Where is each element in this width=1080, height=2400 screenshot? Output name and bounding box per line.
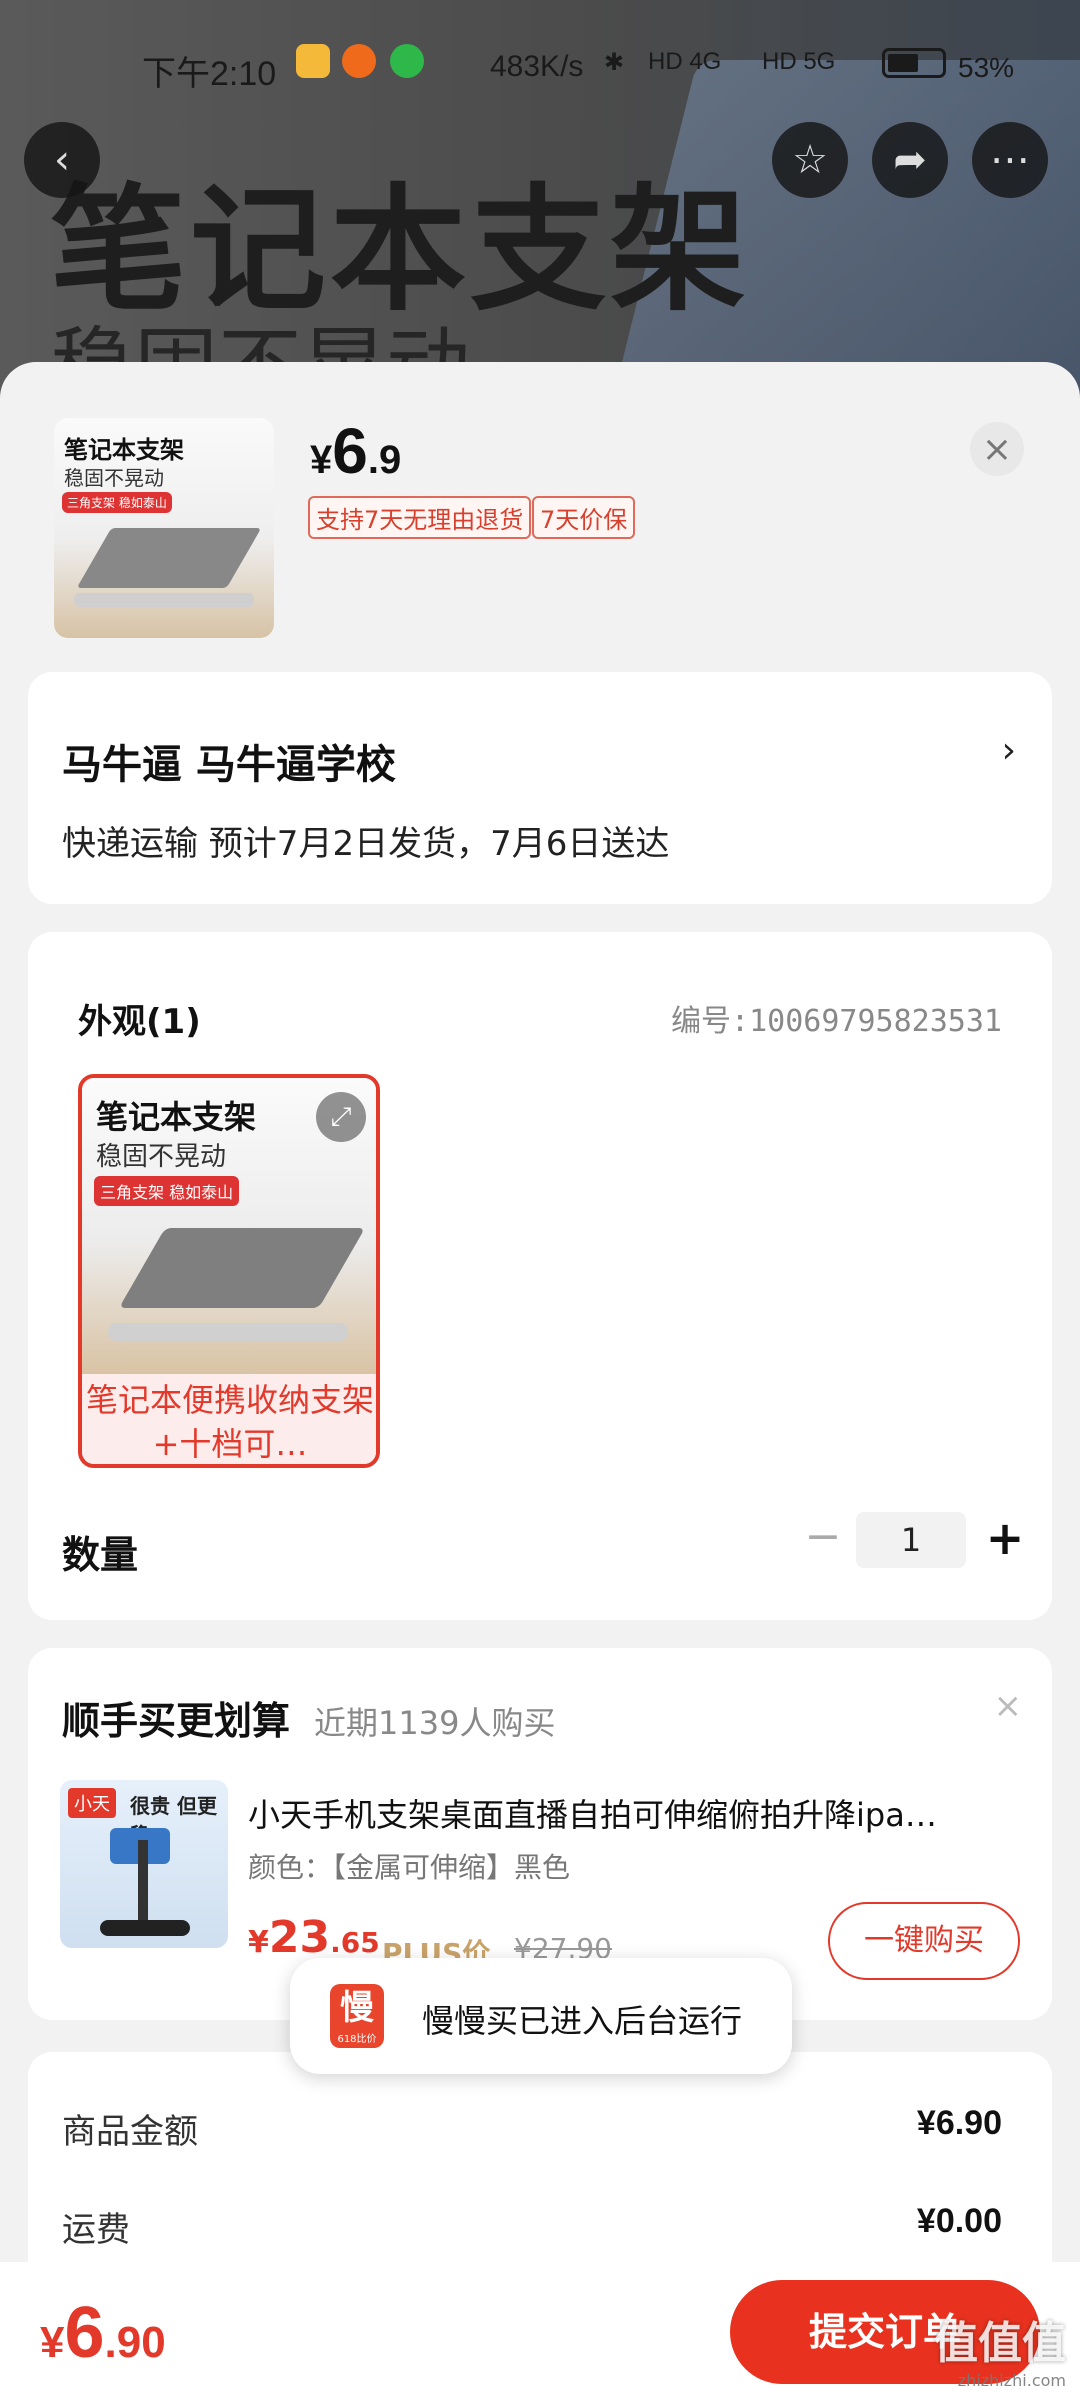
product-price: ¥6.9 xyxy=(310,414,401,488)
order-sheet: 笔记本支架 稳固不晃动 三角支架 稳如泰山 ¥6.9 支持7天无理由退货 7天价… xyxy=(0,362,1080,2400)
shipping-fee-value: ¥0.00 xyxy=(916,2202,1002,2240)
recommend-product-name[interactable]: 小天手机支架桌面直播自拍可伸缩俯拍升降ipa… xyxy=(248,1790,1018,1836)
price-protect-tag: 7天价保 xyxy=(532,496,636,539)
back-icon[interactable]: ‹ xyxy=(24,122,100,198)
sku-id: 编号:10069795823531 xyxy=(671,1004,1002,1039)
logo-text: 慢 xyxy=(340,1988,374,2028)
product-thumbnail[interactable]: 笔记本支架 稳固不晃动 三角支架 稳如泰山 xyxy=(54,418,274,638)
one-click-buy-button[interactable]: 一键购买 xyxy=(828,1902,1020,1980)
address-card[interactable]: 马牛逼 马牛逼学校 快递运输 预计7月2日发货，7月6日送达 › xyxy=(28,672,1052,904)
recommend-subtitle: 近期1139人购买 xyxy=(314,1704,556,1742)
status-time: 下午2:10 xyxy=(142,55,277,93)
signal-icon: HD 4G xyxy=(648,48,722,75)
battery-icon xyxy=(882,48,946,78)
variant-option-selected[interactable]: 笔记本支架 稳固不晃动 三角支架 稳如泰山 ⤢ 笔记本便携收纳支架+十档可… xyxy=(78,1074,380,1468)
stand-image xyxy=(74,593,254,607)
goods-amount-label: 商品金额 xyxy=(62,2112,198,2152)
variant-caption: 笔记本便携收纳支架+十档可… xyxy=(82,1374,376,1464)
manmanmai-logo-icon: 慢 618比价 xyxy=(330,1984,384,2048)
shipping-fee-label: 运费 xyxy=(62,2210,130,2250)
return-policy-tag: 支持7天无理由退货 xyxy=(308,496,532,539)
price-integer: 6 xyxy=(332,415,368,487)
recommend-price: ¥23.65 xyxy=(248,1912,380,1963)
variant-card: 外观(1) 编号:10069795823531 笔记本支架 稳固不晃动 三角支架… xyxy=(28,932,1052,1620)
background-run-toast: 慢 618比价 慢慢买已进入后台运行 xyxy=(290,1958,792,2074)
quantity-label: 数量 xyxy=(62,1533,139,1577)
expand-icon[interactable]: ⤢ xyxy=(316,1092,366,1142)
stand-image xyxy=(108,1323,348,1341)
signal-icon: HD 5G xyxy=(762,48,836,75)
quantity-minus-button[interactable]: − xyxy=(798,1512,848,1562)
appearance-title: 外观(1) xyxy=(78,1002,201,1042)
watermark: 值值值 zhizhizhi.com xyxy=(934,2307,1066,2390)
battery-percent: 53% xyxy=(958,52,1015,83)
chevron-right-icon: › xyxy=(1001,730,1016,771)
laptop-image xyxy=(76,528,262,588)
logo-subtext: 618比价 xyxy=(337,2034,377,2045)
recommend-product-image[interactable]: 小天 很贵 但更稳 xyxy=(60,1780,228,1948)
recipient-name: 马牛逼 马牛逼学校 xyxy=(62,742,396,788)
toast-text: 慢慢买已进入后台运行 xyxy=(422,2002,743,2040)
close-icon[interactable]: × xyxy=(994,1686,1023,1726)
close-icon[interactable]: × xyxy=(970,422,1024,476)
recommend-title: 顺手买更划算 xyxy=(62,1699,291,1743)
notification-app-icon xyxy=(296,44,330,78)
status-bar: 下午2:10 483K/s ✱ HD 4G HD 5G 53% xyxy=(0,0,1080,93)
thumbnail-tag: 三角支架 稳如泰山 xyxy=(62,492,172,513)
thumbnail-subtitle: 稳固不晃动 xyxy=(64,466,164,490)
laptop-image xyxy=(118,1228,366,1308)
price-decimal: .90 xyxy=(104,2318,166,2367)
variant-image-title: 笔记本支架 xyxy=(96,1098,257,1136)
shipping-estimate: 快递运输 预计7月2日发货，7月6日送达 xyxy=(62,824,670,864)
brand-badge: 小天 xyxy=(68,1788,116,1818)
price-currency: ¥ xyxy=(40,2318,65,2367)
base-image xyxy=(100,1920,190,1936)
goods-amount-value: ¥6.90 xyxy=(916,2104,1002,2142)
variant-image-tag: 三角支架 稳如泰山 xyxy=(94,1176,240,1206)
quantity-plus-button[interactable]: + xyxy=(980,1510,1030,1566)
more-icon[interactable]: ⋯ xyxy=(972,122,1048,198)
watermark-url: zhizhizhi.com xyxy=(957,2371,1066,2390)
total-price: ¥6.90 xyxy=(40,2292,166,2374)
quantity-input[interactable]: 1 xyxy=(856,1512,966,1568)
thumbnail-title: 笔记本支架 xyxy=(64,436,184,464)
share-icon[interactable]: ➦ xyxy=(872,122,948,198)
recommend-product-color: 颜色：【金属可伸缩】黑色 xyxy=(248,1851,571,1884)
bluetooth-icon: ✱ xyxy=(604,49,625,76)
network-speed: 483K/s xyxy=(490,50,584,83)
price-decimal: .65 xyxy=(330,1926,380,1959)
variant-image-subtitle: 稳固不晃动 xyxy=(96,1142,227,1172)
price-decimal: .9 xyxy=(367,438,402,482)
favorite-star-icon[interactable]: ☆ xyxy=(772,122,848,198)
price-integer: 23 xyxy=(268,1912,331,1963)
price-integer: 6 xyxy=(64,2293,105,2373)
price-currency: ¥ xyxy=(310,438,333,482)
pole-image xyxy=(138,1840,148,1930)
notification-app-icon xyxy=(342,44,376,78)
watermark-text: 值值值 xyxy=(934,2318,1066,2369)
notification-app-icon xyxy=(390,44,424,78)
price-currency: ¥ xyxy=(248,1925,269,1960)
checkout-bar: ¥6.90 提交订单 值值值 zhizhizhi.com xyxy=(0,2262,1080,2400)
